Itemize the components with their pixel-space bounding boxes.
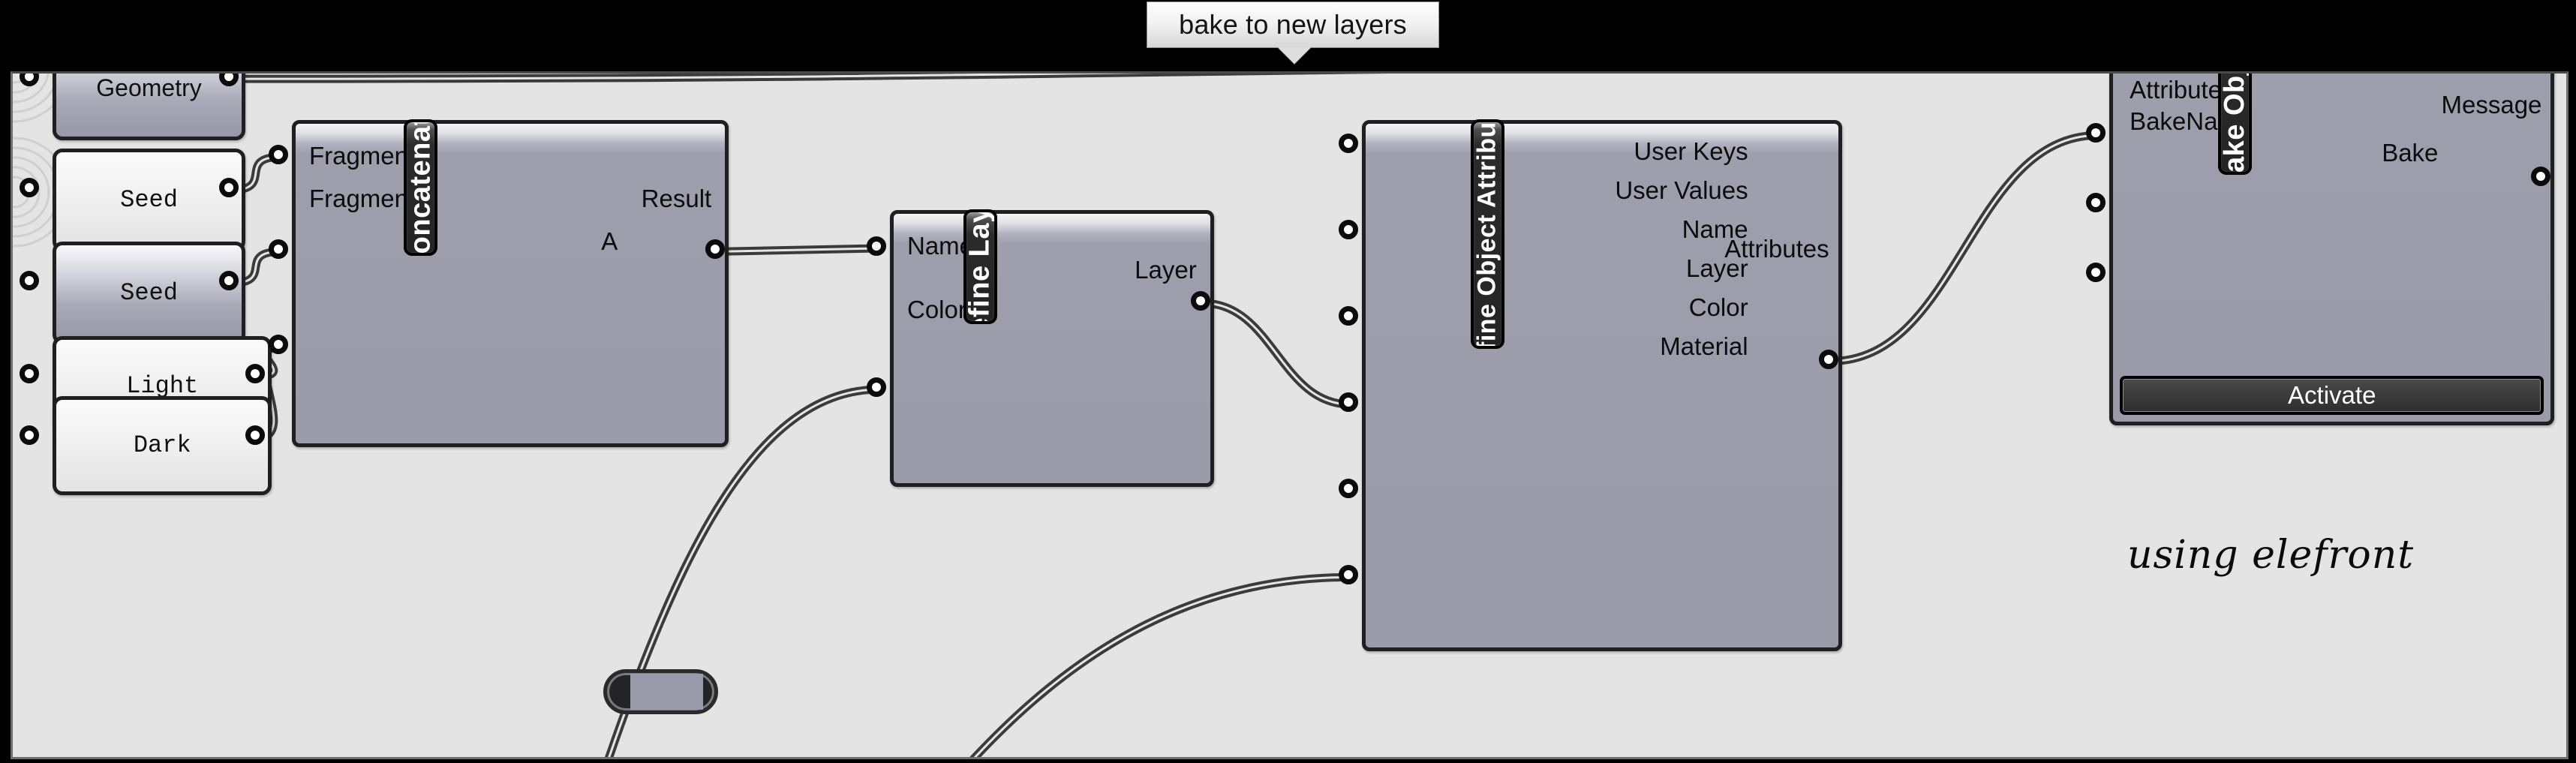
param-dark-input-port[interactable] <box>19 425 39 446</box>
node-title-define-layer-label: Define Layer <box>963 209 996 324</box>
wire-relay-fill <box>630 674 703 710</box>
param-dark[interactable]: Dark <box>53 395 272 496</box>
bake-in-attributes[interactable] <box>2086 123 2106 143</box>
node-title-define-object-attributes[interactable]: Define Object Attributes <box>1470 119 1504 349</box>
node-title-bake-objects[interactable]: Bake Objects <box>2218 71 2253 176</box>
define-layer-out-layer[interactable] <box>1190 291 1210 311</box>
node-bake-objects[interactable]: Geometry Attributes BakeName Bake Messag… <box>2109 71 2555 426</box>
wire <box>1826 131 2103 366</box>
port-label-dl-color: Color <box>906 295 966 323</box>
grasshopper-canvas[interactable]: Geometry Seed Seed Light Dark Fragment A… <box>11 71 2568 759</box>
node-title-define-layer[interactable]: Define Layer <box>963 209 997 324</box>
param-geometry-input-port[interactable] <box>19 74 39 87</box>
wire-highlight <box>973 575 1352 757</box>
annotation-using-elefront: using elefront <box>2127 533 2415 578</box>
port-label-dl-layer: Layer <box>1135 255 1197 284</box>
param-seed-1-output-port[interactable] <box>218 178 239 198</box>
bake-in-bakename[interactable] <box>2086 193 2106 213</box>
concatenate-in-a[interactable] <box>268 334 288 354</box>
define-layer-in-color[interactable] <box>867 377 886 398</box>
bake-in-bake[interactable] <box>2086 263 2106 283</box>
param-geometry[interactable]: Geometry <box>53 74 245 140</box>
wire <box>713 244 883 256</box>
wire-relay-capsule[interactable] <box>603 669 718 714</box>
tooltip-label: bake to new layers <box>1179 9 1407 40</box>
port-label-doa-user-values: User Values <box>1615 176 1748 204</box>
port-label-doa-attributes: Attributes <box>1724 234 1829 263</box>
doa-in-material[interactable] <box>1338 565 1358 585</box>
param-dark-label: Dark <box>133 431 191 460</box>
node-concatenate[interactable]: Fragment A Fragment B A Result Concatena… <box>291 119 729 448</box>
wire-highlight <box>1829 134 2100 363</box>
node-title-bake-objects-label: Bake Objects <box>2219 71 2251 176</box>
node-title-doa-label: Define Object Attributes <box>1472 119 1501 349</box>
doa-in-color[interactable] <box>1338 479 1358 499</box>
port-label-bo-message: Message <box>2441 91 2542 119</box>
activate-button-label: Activate <box>2288 381 2376 410</box>
define-layer-in-name[interactable] <box>867 236 886 256</box>
node-title-concatenate[interactable]: Concatenate <box>403 119 437 256</box>
wire <box>969 572 1355 757</box>
param-light-input-port[interactable] <box>19 364 39 384</box>
param-seed-2-output-port[interactable] <box>218 271 239 291</box>
concatenate-in-fragment-b[interactable] <box>268 239 288 260</box>
bake-in-geometry[interactable] <box>2086 71 2106 73</box>
tooltip-box: bake to new layers <box>1147 2 1439 48</box>
doa-in-name[interactable] <box>1338 305 1358 326</box>
tooltip: bake to new layers <box>1147 2 1439 64</box>
doa-in-user-keys[interactable] <box>1338 133 1358 153</box>
param-seed-2-label: Seed <box>120 278 178 307</box>
activate-button[interactable]: Activate <box>2120 376 2544 416</box>
param-geometry-label: Geometry <box>96 74 202 102</box>
param-seed-1-label: Seed <box>120 185 178 214</box>
wire-highlight <box>1201 302 1352 406</box>
node-define-object-attributes[interactable]: User Keys User Values Name Layer Color M… <box>1361 119 1842 652</box>
port-label-doa-material: Material <box>1660 332 1748 360</box>
doa-in-user-values[interactable] <box>1338 219 1358 239</box>
param-seed-2-input-port[interactable] <box>19 271 39 291</box>
concatenate-in-fragment-a[interactable] <box>268 145 288 165</box>
doa-in-layer[interactable] <box>1338 392 1358 413</box>
port-label-bo-bake: Bake <box>2382 139 2439 167</box>
wire <box>1198 299 1355 409</box>
screenshot-root: bake to new layers Geometry Seed Seed Li… <box>0 0 2576 763</box>
node-title-concatenate-label: Concatenate <box>404 119 436 256</box>
param-seed-1[interactable]: Seed <box>53 148 245 251</box>
wire <box>227 74 1384 83</box>
wire-highlight <box>716 247 880 253</box>
port-label-a: A <box>601 227 618 255</box>
param-seed-2[interactable]: Seed <box>53 241 245 344</box>
port-label-doa-user-keys: User Keys <box>1634 137 1748 165</box>
tooltip-pointer-icon <box>1278 47 1311 64</box>
port-label-result: Result <box>641 184 712 212</box>
wire-highlight <box>230 74 1153 80</box>
param-seed-1-input-port[interactable] <box>19 178 39 198</box>
port-label-doa-color: Color <box>1688 293 1748 321</box>
node-define-layer[interactable]: Name Color Layer Define Layer <box>889 209 1214 488</box>
doa-out-attributes[interactable] <box>1818 349 1838 369</box>
